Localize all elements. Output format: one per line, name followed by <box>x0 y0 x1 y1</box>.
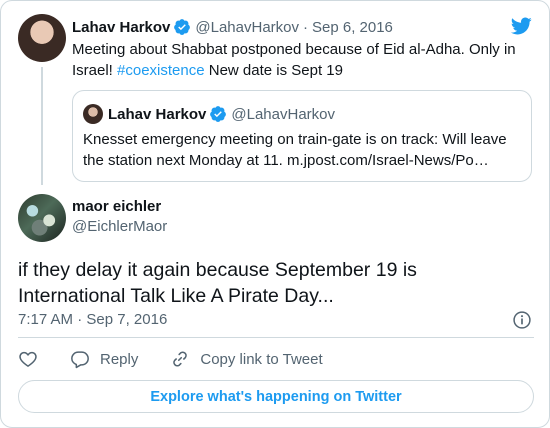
thread-connector-line <box>41 67 43 185</box>
parent-tweet-header: Lahav Harkov @LahavHarkov · Sep 6, 2016 <box>72 17 393 37</box>
twitter-bird-icon[interactable] <box>509 15 533 37</box>
tweet-actions: Reply Copy link to Tweet <box>18 347 323 371</box>
author-handle[interactable]: @LahavHarkov <box>195 19 299 36</box>
separator-dot: · <box>77 311 83 328</box>
reply-tweet-text: if they delay it again because September… <box>18 259 417 307</box>
verified-badge-icon <box>210 106 227 122</box>
author-handle[interactable]: @EichlerMaor <box>72 218 167 235</box>
tweet-embed-card: Lahav Harkov @LahavHarkov · Sep 6, 2016 … <box>0 0 550 428</box>
info-icon[interactable] <box>512 310 532 330</box>
like-button[interactable] <box>18 349 38 369</box>
divider <box>18 337 534 338</box>
reply-bubble-icon <box>71 351 89 369</box>
tweet-date[interactable]: Sep 6, 2016 <box>312 19 393 36</box>
parent-tweet-text: Meeting about Shabbat postponed because … <box>72 39 532 81</box>
copy-link-button[interactable]: Copy link to Tweet <box>170 349 323 369</box>
avatar <box>83 104 103 124</box>
quoted-tweet-header: Lahav Harkov @LahavHarkov <box>83 103 335 125</box>
author-name: Lahav Harkov <box>108 105 207 123</box>
hashtag-link[interactable]: #coexistence <box>117 62 205 79</box>
reply-button[interactable]: Reply <box>70 349 138 369</box>
avatar[interactable] <box>18 194 66 242</box>
verified-badge-icon <box>174 19 191 35</box>
author-name[interactable]: Lahav Harkov <box>72 19 170 36</box>
heart-icon <box>19 351 37 367</box>
explore-twitter-button[interactable]: Explore what's happening on Twitter <box>18 380 534 413</box>
avatar[interactable] <box>18 14 66 62</box>
author-name[interactable]: maor eichler <box>72 198 161 215</box>
quoted-tweet-text: Knesset emergency meeting on train-gate … <box>83 131 507 169</box>
link-icon <box>173 351 188 367</box>
author-handle: @LahavHarkov <box>231 105 335 123</box>
separator-dot: · <box>303 18 308 36</box>
tweet-time[interactable]: 7:17 AM <box>18 311 73 328</box>
tweet-date[interactable]: Sep 7, 2016 <box>86 311 167 328</box>
reply-label: Reply <box>100 350 139 368</box>
tweet-text-part: New date is Sept 19 <box>204 62 343 79</box>
copy-link-label: Copy link to Tweet <box>200 350 323 368</box>
quoted-tweet[interactable]: Lahav Harkov @LahavHarkov Knesset emerge… <box>72 90 532 182</box>
tweet-timestamp[interactable]: 7:17 AM · Sep 7, 2016 <box>18 311 167 328</box>
